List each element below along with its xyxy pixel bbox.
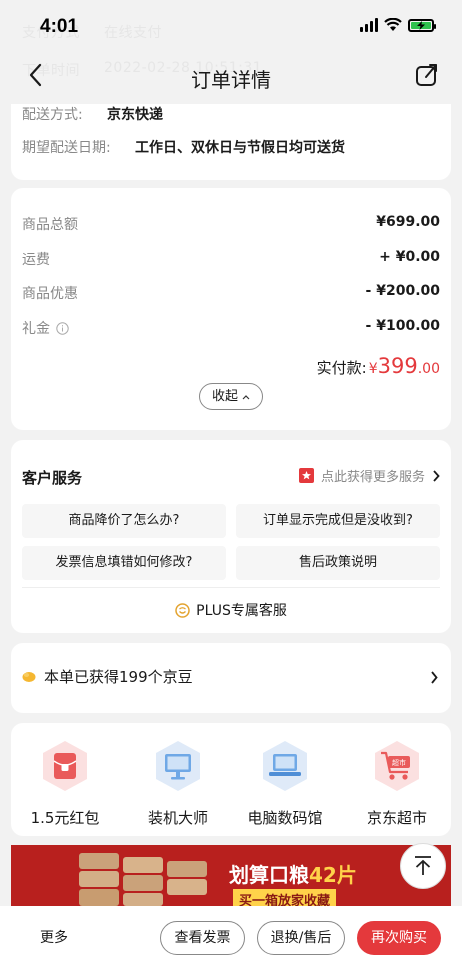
- more-button[interactable]: 更多: [40, 927, 68, 947]
- faq-button[interactable]: 商品降价了怎么办?: [22, 504, 226, 538]
- more-service-label: 点此获得更多服务: [320, 470, 425, 485]
- wifi-icon: [384, 18, 402, 31]
- status-bar: 4:01: [0, 0, 462, 50]
- rebuy-button[interactable]: 再次购买: [357, 921, 441, 955]
- banner-product-image: [79, 853, 207, 906]
- paid-decimal: .00: [417, 361, 440, 377]
- status-icons: [360, 18, 436, 32]
- collapse-button[interactable]: 收起: [199, 383, 263, 410]
- cart-icon: 超市: [375, 741, 419, 791]
- arrow-up-icon: [415, 856, 431, 875]
- amount-value: - ¥200.00: [365, 283, 440, 299]
- shortcut-label: 1.5元红包: [30, 809, 100, 827]
- amount-card: 商品总额 ¥699.00 运费 + ¥0.00 商品优惠 - ¥200.00 礼…: [11, 188, 451, 430]
- amount-label: 礼金: [22, 321, 50, 337]
- faq-button[interactable]: 订单显示完成但是没收到?: [236, 504, 440, 538]
- customer-service-title: 客户服务: [22, 469, 83, 487]
- amount-label: 商品总额: [22, 217, 78, 233]
- banner-subtitle: 买一箱放家收藏: [233, 889, 337, 906]
- plus-service-label: PLUS专属客服: [196, 603, 287, 619]
- monitor-icon: [156, 741, 200, 791]
- service-badge-icon: [298, 468, 314, 483]
- share-icon[interactable]: [414, 62, 440, 88]
- bottom-action-bar: 更多 查看发票 退换/售后 再次购买: [0, 906, 462, 972]
- shortcut-red-packet[interactable]: 1.5元红包: [15, 739, 115, 828]
- view-invoice-button[interactable]: 查看发票: [160, 921, 245, 955]
- chevron-right-icon: [431, 671, 438, 684]
- shortcut-label: 电脑数码馆: [247, 809, 323, 827]
- faq-button[interactable]: 售后政策说明: [236, 546, 440, 580]
- beans-text: 本单已获得199个京豆: [44, 668, 193, 686]
- red-packet-icon: [43, 741, 87, 791]
- amount-label: 运费: [22, 252, 50, 268]
- customer-service-card: 客户服务 点此获得更多服务 商品降价了怎么办? 订单显示完成但是没收到? 发票信…: [11, 440, 451, 633]
- amount-row: 礼金 - ¥100.00: [22, 318, 440, 338]
- smile-icon: [175, 602, 190, 618]
- amount-row: 商品总额 ¥699.00: [22, 214, 440, 234]
- page-title: 订单详情: [191, 68, 271, 92]
- divider: [22, 587, 440, 588]
- laptop-icon: [263, 741, 307, 791]
- more-service-link[interactable]: 点此获得更多服务: [298, 466, 440, 485]
- collapse-label: 收起: [211, 389, 238, 404]
- paid-currency: ¥: [368, 361, 378, 377]
- shortcut-label: 京东超市: [366, 809, 427, 827]
- shortcut-digital[interactable]: 电脑数码馆: [235, 739, 335, 828]
- promo-banner[interactable]: 划算口粮42片 买一箱放家收藏: [11, 845, 451, 906]
- amount-label: 商品优惠: [22, 286, 78, 302]
- return-service-button[interactable]: 退换/售后: [257, 921, 345, 955]
- info-icon[interactable]: [56, 321, 69, 335]
- paid-label: 实付款:: [316, 359, 367, 377]
- delivery-date-label: 期望配送日期:: [22, 140, 111, 156]
- status-time: 4:01: [40, 16, 79, 37]
- paid-integer: 399: [377, 354, 418, 378]
- signal-icon: [360, 18, 378, 32]
- supermarket-badge: 超市: [392, 758, 406, 767]
- beans-card[interactable]: 本单已获得199个京豆: [11, 643, 451, 713]
- shortcut-card: 1.5元红包 装机大师 电脑数码馆 超市 京东超市: [11, 723, 451, 836]
- shortcut-label: 装机大师: [147, 809, 208, 827]
- chevron-up-icon: [242, 394, 250, 399]
- shortcut-installer[interactable]: 装机大师: [128, 739, 228, 828]
- nav-bar: 订单详情: [0, 50, 462, 104]
- amount-value: - ¥100.00: [365, 318, 440, 334]
- shortcut-supermarket[interactable]: 超市 京东超市: [347, 739, 447, 828]
- banner-title: 划算口粮: [229, 863, 309, 887]
- banner-title-highlight: 42片: [309, 863, 357, 887]
- amount-value: ¥699.00: [376, 214, 440, 230]
- amount-value: + ¥0.00: [379, 249, 440, 265]
- faq-button[interactable]: 发票信息填错如何修改?: [22, 546, 226, 580]
- amount-row: 商品优惠 - ¥200.00: [22, 283, 440, 303]
- plus-service-button[interactable]: PLUS专属客服: [11, 600, 451, 620]
- delivery-method-label: 配送方式:: [22, 107, 83, 123]
- delivery-date-value: 工作日、双休日与节假日均可送货: [135, 140, 345, 156]
- chevron-right-icon: [433, 469, 440, 482]
- back-to-top-button[interactable]: [400, 843, 446, 889]
- paid-total: 实付款: ¥ 399 .00: [317, 354, 440, 378]
- delivery-method-value: 京东快递: [107, 107, 163, 123]
- amount-row: 运费 + ¥0.00: [22, 249, 440, 269]
- battery-icon: [408, 18, 436, 32]
- bean-icon: [22, 671, 36, 682]
- delivery-card: 配送方式: 京东快递 期望配送日期: 工作日、双休日与节假日均可送货: [11, 104, 451, 180]
